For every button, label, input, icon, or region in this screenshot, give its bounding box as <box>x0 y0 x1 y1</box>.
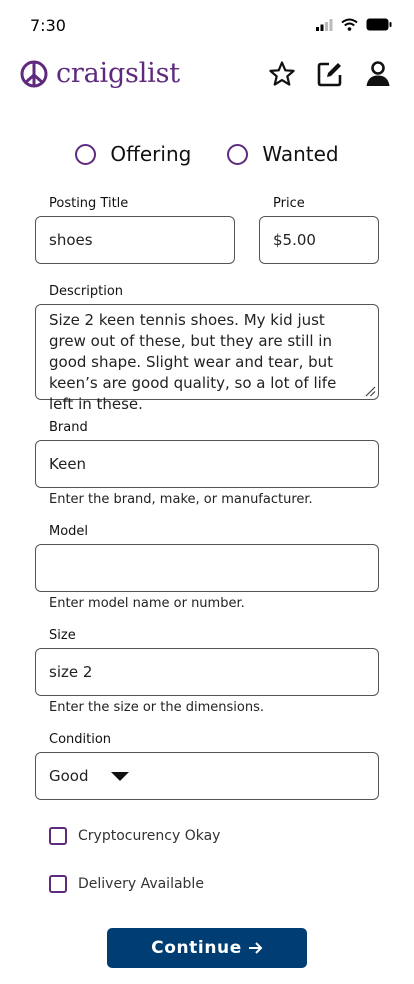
condition-select[interactable]: Good <box>35 752 379 800</box>
wifi-icon <box>341 18 358 31</box>
wanted-label: Wanted <box>262 142 339 166</box>
continue-label: Continue <box>151 938 242 958</box>
peace-icon <box>20 60 48 87</box>
favorites-button[interactable] <box>268 60 296 88</box>
posting-title-input[interactable]: shoes <box>35 216 235 264</box>
model-label: Model <box>49 524 89 539</box>
delivery-label: Delivery Available <box>78 876 204 892</box>
model-input[interactable] <box>35 544 379 592</box>
craigslist-logo[interactable]: craigslist <box>20 58 180 89</box>
brand-helper: Enter the brand, make, or manufacturer. <box>49 492 313 507</box>
app-header: craigslist <box>0 52 414 102</box>
brand-label: Brand <box>49 420 88 435</box>
model-helper: Enter model name or number. <box>49 596 245 611</box>
offering-radio-circle[interactable] <box>75 143 97 165</box>
wanted-radio[interactable]: Wanted <box>227 140 339 168</box>
status-time: 7:30 <box>30 16 66 35</box>
status-bar: 7:30 <box>0 0 414 50</box>
star-icon <box>269 61 295 86</box>
caret-down-icon <box>110 771 129 781</box>
account-button[interactable] <box>364 60 392 88</box>
offering-radio[interactable]: Offering <box>75 140 191 168</box>
price-label: Price <box>273 196 305 211</box>
logo-text: craigslist <box>56 58 180 89</box>
crypto-label: Cryptocurency Okay <box>78 828 221 844</box>
wanted-radio-circle[interactable] <box>227 143 249 165</box>
delivery-checkbox[interactable] <box>49 875 67 893</box>
description-label: Description <box>49 284 124 299</box>
user-icon <box>366 61 390 86</box>
resize-handle-icon[interactable] <box>364 385 376 397</box>
price-input[interactable]: $5.00 <box>259 216 379 264</box>
status-icons <box>316 18 392 31</box>
size-input[interactable]: size 2 <box>35 648 379 696</box>
continue-button[interactable]: Continue <box>107 928 307 968</box>
header-actions <box>268 60 392 88</box>
edit-icon <box>317 62 342 87</box>
signal-icon <box>316 18 333 31</box>
size-helper: Enter the size or the dimensions. <box>49 700 264 715</box>
condition-value: Good <box>49 767 89 785</box>
crypto-checkbox-row[interactable]: Cryptocurency Okay <box>49 827 220 845</box>
size-label: Size <box>49 628 76 643</box>
post-button[interactable] <box>316 60 344 88</box>
listing-type-group: Offering Wanted <box>0 140 414 168</box>
arrow-right-icon <box>248 942 263 954</box>
battery-icon <box>366 18 392 31</box>
offering-label: Offering <box>110 142 192 166</box>
description-textarea[interactable]: Size 2 keen tennis shoes. My kid just gr… <box>35 304 379 413</box>
crypto-checkbox[interactable] <box>49 827 67 845</box>
description-text: Size 2 keen tennis shoes. My kid just gr… <box>49 311 337 413</box>
delivery-checkbox-row[interactable]: Delivery Available <box>49 875 204 893</box>
brand-input[interactable]: Keen <box>35 440 379 488</box>
posting-title-label: Posting Title <box>49 196 129 211</box>
condition-label: Condition <box>49 732 112 747</box>
